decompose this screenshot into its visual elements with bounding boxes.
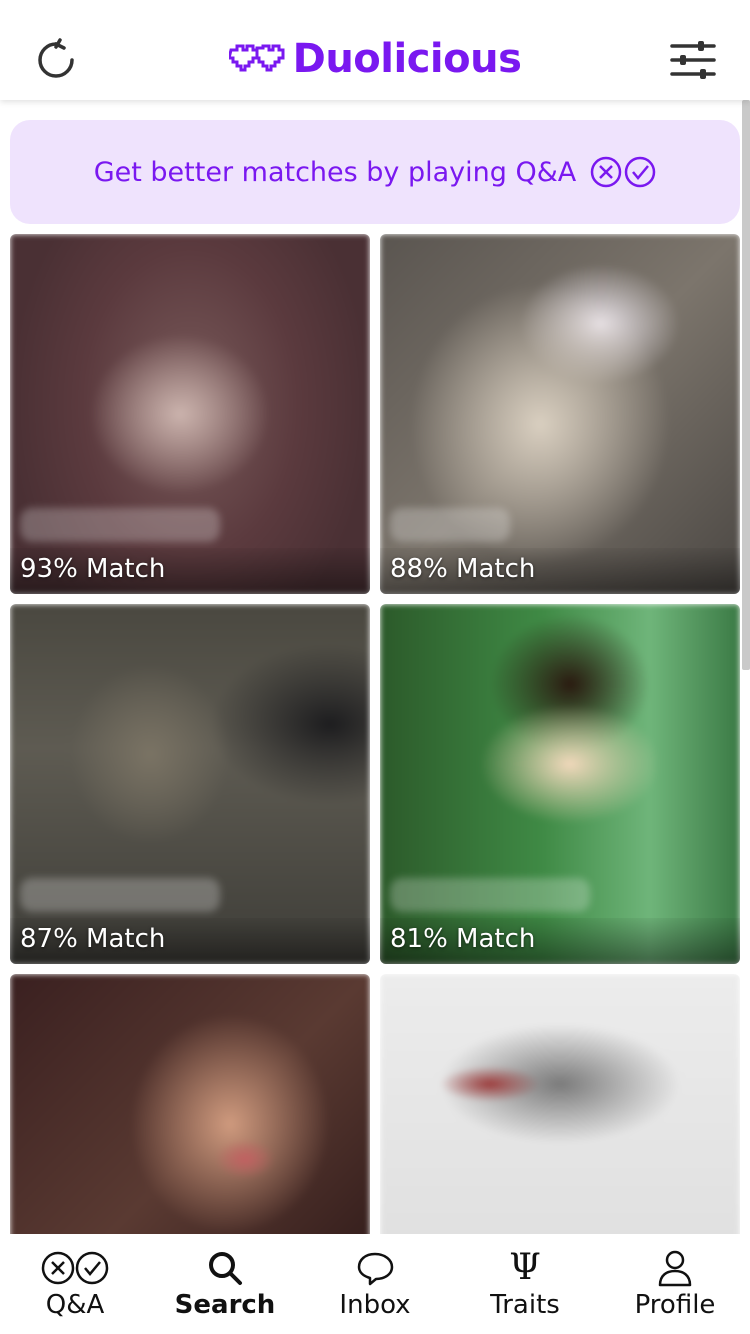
sliders-icon [670, 41, 716, 79]
tab-search-label: Search [174, 1290, 276, 1320]
brand-logo: Duolicious [0, 36, 750, 82]
profile-card[interactable]: 87% Match [10, 604, 370, 964]
qa-icon [41, 1251, 109, 1285]
psi-icon: Ψ [509, 1247, 541, 1288]
search-results-scroll[interactable]: Get better matches by playing Q&A 93% Ma… [0, 100, 750, 1234]
tab-traits[interactable]: Ψ Traits [450, 1234, 600, 1334]
tab-inbox-label: Inbox [339, 1290, 411, 1320]
profile-card[interactable] [380, 974, 740, 1234]
blurred-name [390, 878, 590, 912]
blurred-name [20, 508, 220, 542]
pixel-hearts-icon [228, 44, 285, 72]
tab-profile[interactable]: Profile [600, 1234, 750, 1334]
tab-qa-label: Q&A [45, 1290, 105, 1320]
qa-icon [590, 156, 656, 188]
profile-photo [10, 974, 370, 1234]
person-icon [658, 1250, 692, 1287]
tab-inbox[interactable]: Inbox [300, 1234, 450, 1334]
brand-name: Duolicious [292, 36, 522, 82]
match-percentage: 81% Match [390, 924, 536, 954]
qa-promo-text: Get better matches by playing Q&A [93, 156, 577, 188]
tab-search[interactable]: Search [150, 1234, 300, 1334]
match-percentage: 93% Match [20, 554, 166, 584]
match-percentage: 87% Match [20, 924, 166, 954]
blurred-name [390, 508, 510, 542]
chat-icon [357, 1252, 394, 1286]
profile-card[interactable]: 81% Match [380, 604, 740, 964]
qa-promo-banner[interactable]: Get better matches by playing Q&A [10, 120, 740, 224]
profile-card[interactable]: 93% Match [10, 234, 370, 594]
match-percentage: 88% Match [390, 554, 536, 584]
app-header: Duolicious [0, 0, 750, 100]
blurred-name [20, 878, 220, 912]
tab-qa[interactable]: Q&A [0, 1234, 150, 1334]
scrollbar[interactable] [742, 100, 750, 670]
search-icon [209, 1252, 242, 1285]
search-filters-button[interactable] [670, 40, 716, 80]
profile-card[interactable] [10, 974, 370, 1234]
bottom-navigation: Q&A Search Inbox Ψ Traits Profile [0, 1234, 750, 1334]
profile-card[interactable]: 88% Match [380, 234, 740, 594]
tab-traits-label: Traits [490, 1290, 560, 1320]
profile-photo [380, 974, 740, 1234]
tab-profile-label: Profile [634, 1290, 716, 1320]
